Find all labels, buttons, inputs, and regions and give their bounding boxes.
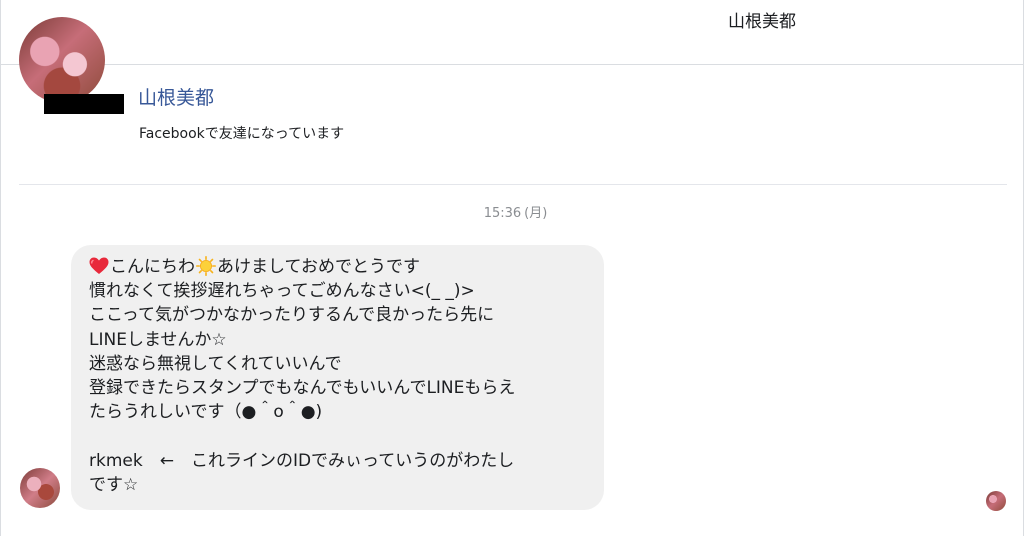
timestamp-time: 15:36 [483, 206, 522, 221]
message-bubble[interactable]: こんにちわ あけましておめでとうです 慣れなくて挨拶遅れちゃってごめんなさい<(_… [71, 245, 604, 510]
friendship-status-text: Facebookで友達になっています [139, 126, 345, 142]
message-text: こんにちわ あけましておめでとうです 慣れなくて挨拶遅れちゃってごめんなさい<(_… [89, 255, 587, 497]
sender-avatar[interactable] [20, 468, 60, 508]
conversation-header: 山根美都 [1, 0, 1024, 65]
message-timestamp: 15:36 (月) [1, 205, 1024, 223]
greeting-text: こんにちわ [110, 257, 195, 277]
messenger-window: 山根美都 山根美都 Facebookで友達になっています 15:36 (月) こん… [0, 0, 1024, 536]
profile-name-link[interactable]: 山根美都 [138, 84, 214, 112]
new-year-text: あけましておめでとうです [217, 257, 420, 277]
redaction-bar [44, 94, 124, 114]
seen-indicator-avatar [986, 491, 1006, 511]
heart-icon [89, 257, 109, 275]
profile-avatar[interactable] [19, 17, 105, 103]
header-title[interactable]: 山根美都 [728, 10, 796, 34]
message-body: 慣れなくて挨拶遅れちゃってごめんなさい<(_ _)> ここって気がつかなかったり… [89, 281, 516, 495]
timestamp-day: (月) [524, 206, 548, 221]
sun-icon [196, 256, 217, 277]
